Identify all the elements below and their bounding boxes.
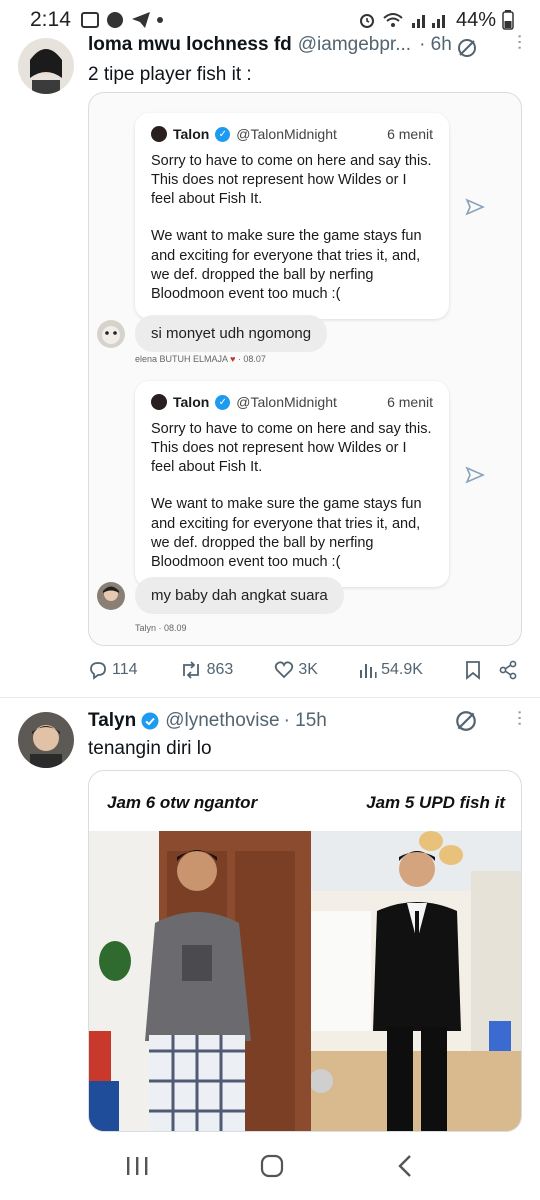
notification-dot-icon [156,17,163,23]
card-paragraph: Sorry to have to come on here and say th… [151,420,432,476]
repost-count: 863 [206,661,234,678]
views-icon [360,664,377,678]
system-nav-bar [0,1132,540,1200]
reply-meta: elena BUTUH ELMAJA ♥ · 08.07 [135,354,266,364]
talon-logo-icon [151,126,167,143]
verified-badge-icon: ✓ [215,394,231,410]
views-button[interactable]: 54.9K [359,661,423,679]
alarm-icon [359,14,374,28]
display-name[interactable]: loma mwu lochness fd [88,34,292,56]
more-options-icon[interactable]: ··· [508,33,531,50]
photo-left [89,831,311,1131]
quoted-message-card: Talon ✓ @TalonMidnight 6 menit Sorry to … [135,381,449,587]
heart-icon [275,661,294,679]
chat-bubble-icon [106,12,123,28]
reply-count: 114 [112,661,138,678]
reply-button[interactable]: 114 [88,660,138,680]
photo-right [311,831,521,1131]
signal-icon [411,15,445,28]
reply-time: · 08.09 [158,623,187,633]
card-name: Talon [173,126,210,142]
caption-left: Jam 6 otw ngantor [107,793,258,812]
reply-icon [90,662,106,680]
heart-emoji-icon: ♥ [230,354,236,364]
reply-bubble: si monyet udh ngomong [135,315,328,352]
reply-author: Talyn [135,623,157,633]
verified-badge-icon [141,712,159,730]
reply-avatar [97,581,125,610]
send-icon [465,466,485,484]
quoted-message-card: Talon ✓ @TalonMidnight 6 menit Sorry to … [135,113,449,319]
reply-message: si monyet udh ngomong [97,315,328,352]
reply-avatar [97,319,125,348]
views-count: 54.9K [381,661,423,678]
telegram-icon [131,12,150,28]
tweet-actions: 114 863 3K 54.9K [88,660,518,680]
card-handle: @TalonMidnight [236,126,337,142]
reply-meta: Talyn · 08.09 [135,623,187,633]
send-icon [465,198,485,216]
card-handle: @TalonMidnight [236,394,337,410]
back-icon[interactable] [395,1153,415,1179]
reply-author: elena BUTUH ELMAJA [135,354,228,364]
reply-time: · 08.07 [237,354,266,364]
divider [0,697,540,698]
wifi-icon [383,13,403,27]
battery-icon [502,10,514,30]
like-button[interactable]: 3K [274,660,318,680]
card-paragraph: We want to make sure the game stays fun … [151,496,422,571]
user-handle[interactable]: @iamgebpr... [298,34,411,56]
grok-icon[interactable] [454,709,478,733]
user-handle[interactable]: @lynethovise [165,710,279,732]
grok-icon[interactable] [456,37,478,59]
card-time: 6 menit [387,126,433,142]
share-icon[interactable] [498,660,518,680]
gallery-icon [80,12,99,28]
reply-bubble: my baby dah angkat suara [135,577,344,614]
talon-logo-icon [151,394,167,411]
repost-icon [182,661,199,679]
status-time: 2:14 [30,8,71,31]
reply-message: my baby dah angkat suara [97,577,344,614]
tweet-media[interactable]: Jam 6 otw ngantor Jam 5 UPD fish it [88,770,522,1132]
tweet-time[interactable]: · 6h [419,34,452,56]
repost-button[interactable]: 863 [179,660,234,680]
tweet-header: loma mwu lochness fd @iamgebpr... · 6h [88,34,452,56]
tweet-header: Talyn @lynethovise · 15h [88,710,327,732]
embedded-image[interactable]: Talon ✓ @TalonMidnight 6 menit Sorry to … [88,92,522,646]
verified-badge-icon: ✓ [215,126,231,142]
avatar[interactable] [18,712,74,768]
display-name[interactable]: Talyn [88,710,136,732]
home-icon[interactable] [259,1153,285,1179]
card-time: 6 menit [387,394,433,410]
card-paragraph: We want to make sure the game stays fun … [151,228,422,303]
like-count: 3K [298,661,318,678]
avatar[interactable] [18,38,74,94]
card-paragraph: Sorry to have to come on here and say th… [151,152,432,208]
battery-percent: 44% [455,8,496,31]
bookmark-icon[interactable] [464,660,482,680]
recent-apps-icon[interactable] [125,1155,149,1177]
tweet-text: 2 tipe player fish it : [88,64,252,85]
card-name: Talon [173,394,210,410]
tweet-text: tenangin diri lo [88,738,212,759]
more-options-icon[interactable]: ··· [508,709,531,726]
extra-actions [464,660,518,680]
tweet-time[interactable]: · 15h [284,710,327,732]
caption-right: Jam 5 UPD fish it [366,793,505,812]
